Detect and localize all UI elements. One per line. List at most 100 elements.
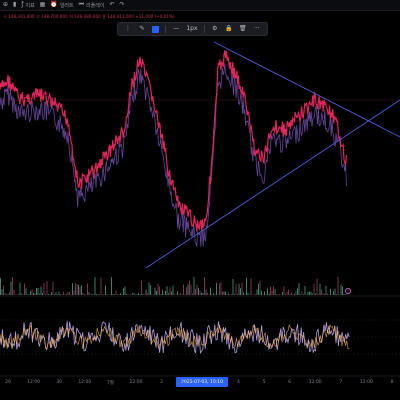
volume-bar xyxy=(304,285,306,295)
volume-bar xyxy=(145,289,147,295)
volume-bar xyxy=(3,285,4,295)
triangle-pattern[interactable] xyxy=(145,41,400,269)
volume-bar xyxy=(84,294,85,295)
volume-bar xyxy=(30,290,31,295)
volume-bar xyxy=(226,294,228,295)
volume-bar xyxy=(336,294,337,295)
volume-bar xyxy=(0,278,1,295)
line-style-icon[interactable]: — xyxy=(172,24,180,34)
volume-bar xyxy=(70,294,72,295)
volume-bar xyxy=(160,293,162,295)
volume-bar xyxy=(240,288,241,295)
volume-bar xyxy=(18,294,19,295)
drawing-toolbar: ⋮ ✎ — 1px ⚙ 🔒 🗑 ··· xyxy=(117,22,268,36)
volume-bar xyxy=(262,294,264,295)
volume-bar xyxy=(144,294,145,295)
volume-bar xyxy=(43,282,45,295)
lock-icon[interactable]: 🔒 xyxy=(225,24,233,34)
volume-bar xyxy=(180,293,181,295)
volume-bar xyxy=(198,287,199,295)
volume-bar xyxy=(105,285,106,295)
trash-icon[interactable]: 🗑 xyxy=(239,24,247,34)
volume-bar xyxy=(288,289,289,295)
volume-bar xyxy=(132,292,133,295)
volume-bar xyxy=(214,294,216,295)
volume-bar xyxy=(67,291,69,295)
volume-bar xyxy=(109,294,111,295)
volume-bar xyxy=(280,294,282,295)
time-axis-tick: 12:00 xyxy=(359,380,373,385)
volume-bar xyxy=(234,294,235,295)
volume-bar xyxy=(183,284,184,295)
volume-bar xyxy=(252,294,253,295)
volume-bar xyxy=(295,291,297,295)
volume-bar xyxy=(258,283,259,295)
drag-handle-icon[interactable]: ⋮ xyxy=(124,24,132,34)
price-series xyxy=(0,50,347,247)
volume-bar xyxy=(333,291,334,295)
time-axis-tick: 6 xyxy=(288,380,292,385)
volume-bar xyxy=(235,283,237,295)
volume-bar xyxy=(97,294,99,295)
volume-bar xyxy=(199,290,201,295)
pencil-icon[interactable]: ✎ xyxy=(138,24,146,34)
volume-bar xyxy=(232,279,234,295)
volume-bar xyxy=(222,291,223,295)
volume-bar xyxy=(9,291,10,295)
volume-bar xyxy=(147,293,148,295)
line-width-label[interactable]: 1px xyxy=(186,24,197,34)
volume-bar xyxy=(300,294,301,295)
volume-bar xyxy=(213,293,214,295)
time-axis[interactable]: 2025-07-03, 10:10 29 12:00 30 12:00 7월 12:00 2… xyxy=(0,376,400,390)
volume-bar xyxy=(310,291,312,295)
volume-bar xyxy=(36,288,37,295)
price-line-secondary xyxy=(0,62,347,247)
volume-bar xyxy=(4,293,6,295)
volume-bar xyxy=(223,291,225,295)
volume-bar xyxy=(166,286,168,295)
volume-bar xyxy=(129,294,130,295)
volume-bar xyxy=(39,293,40,295)
volume-bar xyxy=(48,294,49,295)
volume-bar xyxy=(189,280,190,295)
volume-bar xyxy=(303,294,304,295)
volume-bar xyxy=(282,291,283,295)
volume-bar xyxy=(22,294,24,295)
volume-bar xyxy=(114,294,115,295)
volume-bar xyxy=(24,283,25,295)
volume-bar xyxy=(91,293,93,295)
volume-bar xyxy=(99,294,100,295)
volume-bar xyxy=(118,294,120,295)
more-icon[interactable]: ··· xyxy=(253,24,261,34)
volume-bar xyxy=(13,289,15,295)
volume-bar xyxy=(195,289,196,295)
volume-bar xyxy=(66,293,67,295)
volume-bar xyxy=(112,293,114,295)
volume-bar xyxy=(138,292,139,295)
volume-bar xyxy=(249,294,250,295)
volume-bar xyxy=(51,292,52,295)
alert-marker-icon[interactable]: ! xyxy=(345,288,351,294)
volume-bar xyxy=(201,292,202,295)
volume-bar xyxy=(220,282,222,295)
volume-bar xyxy=(325,285,327,295)
volume-bar xyxy=(108,294,109,295)
volume-bar xyxy=(45,294,46,295)
volume-bar xyxy=(267,288,268,295)
separator xyxy=(165,25,167,33)
volume-bar xyxy=(81,285,82,295)
line-color-swatch[interactable] xyxy=(152,25,160,33)
volume-bar xyxy=(334,288,336,295)
oscillator-line-1 xyxy=(0,321,350,354)
volume-bar xyxy=(159,286,160,295)
volume-bar xyxy=(175,293,177,295)
volume-bar xyxy=(217,294,219,295)
volume-bar xyxy=(294,293,295,295)
volume-bar xyxy=(211,294,213,295)
volume-bar xyxy=(187,284,189,295)
settings-icon[interactable]: ⚙ xyxy=(211,24,219,34)
price-chart[interactable] xyxy=(0,0,400,400)
volume-bar xyxy=(33,293,34,295)
volume-bar xyxy=(297,288,298,295)
volume-bar xyxy=(327,293,328,295)
